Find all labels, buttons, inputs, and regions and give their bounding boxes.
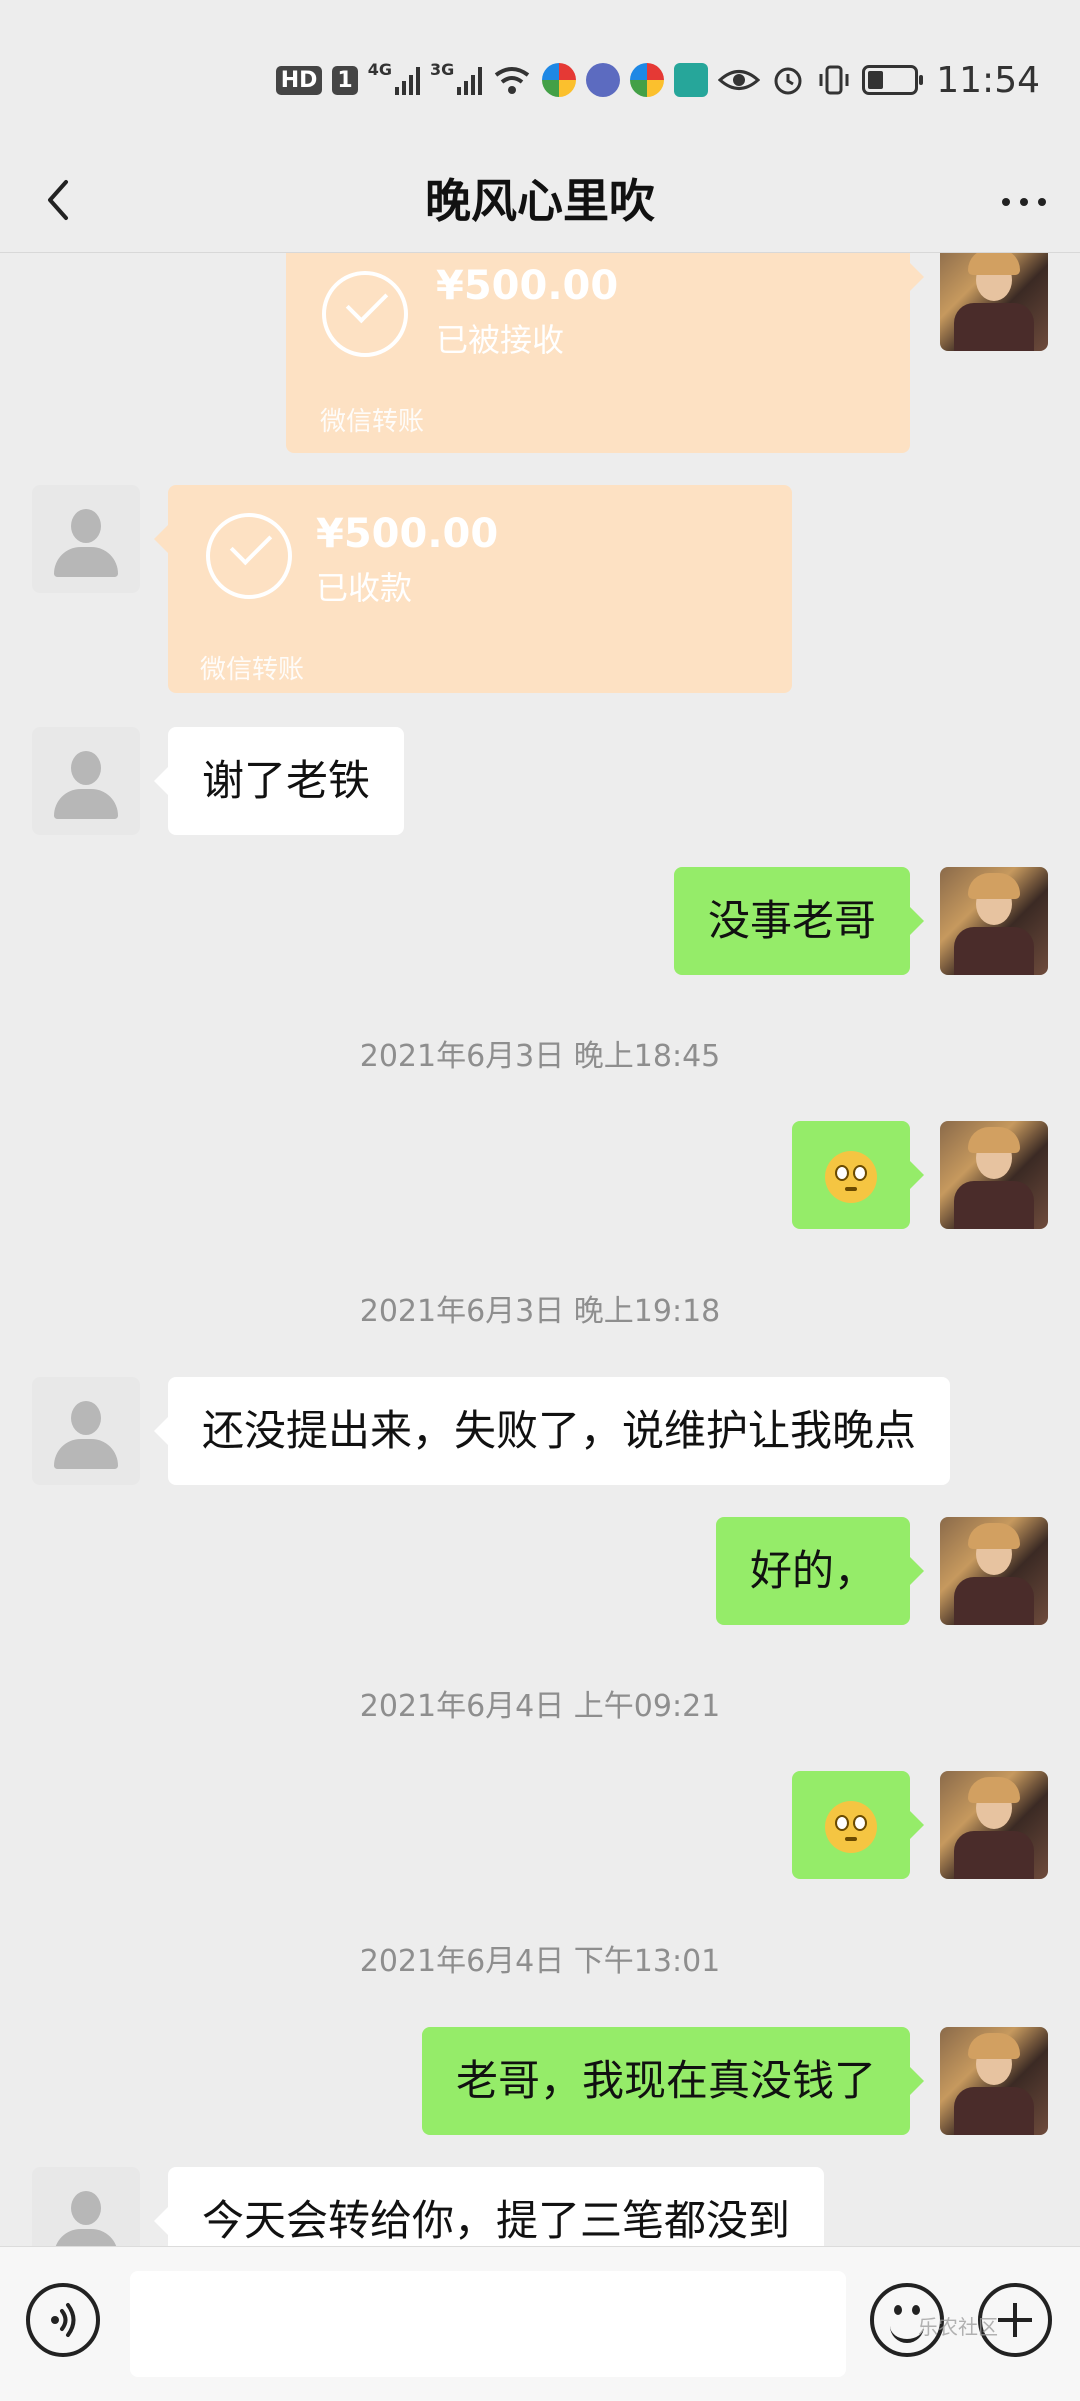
message-bubble-received[interactable]: 谢了老铁 bbox=[153, 727, 405, 835]
status-bar: HD 1 4G 3G 11:54 bbox=[0, 0, 1080, 150]
message-bubble-sent[interactable]: 好的， bbox=[715, 1517, 925, 1625]
message-input[interactable] bbox=[130, 2271, 846, 2377]
transfer-amount: ¥500.00 bbox=[316, 511, 499, 557]
transfer-status: 已收款 bbox=[316, 569, 413, 607]
hd-badge: HD bbox=[275, 65, 323, 95]
message-list[interactable]: ¥500.00 已被接收 微信转账 ¥500.00 已收款 微信转账 谢了老铁 … bbox=[0, 253, 1080, 2246]
bubble-tail bbox=[154, 525, 168, 553]
clock: 11:54 bbox=[936, 59, 1040, 101]
transfer-status: 已被接收 bbox=[436, 321, 565, 359]
my-avatar[interactable] bbox=[940, 2027, 1048, 2135]
contact-avatar[interactable] bbox=[32, 2167, 140, 2246]
battery-icon bbox=[862, 65, 924, 95]
message-bubble-received[interactable]: 还没提出来，失败了，说维护让我晚点 bbox=[153, 1377, 951, 1485]
more-options-icon[interactable] bbox=[994, 172, 1054, 232]
contact-avatar[interactable] bbox=[32, 485, 140, 593]
my-avatar[interactable] bbox=[940, 1771, 1048, 1879]
status-icons: HD 1 4G 3G 11:54 bbox=[275, 52, 1040, 108]
check-circle-icon bbox=[206, 513, 292, 599]
transfer-card-sent[interactable]: ¥500.00 已被接收 微信转账 bbox=[286, 253, 910, 453]
vibrate-icon bbox=[819, 65, 849, 95]
app-notification-icon-2 bbox=[630, 63, 665, 97]
timestamp: 2021年6月4日 下午13:01 bbox=[359, 1944, 721, 1979]
app-notification-icon bbox=[542, 63, 577, 97]
my-avatar[interactable] bbox=[940, 867, 1048, 975]
message-bubble-received[interactable]: 今天会转给你，提了三笔都没到 bbox=[153, 2167, 825, 2246]
chat-title: 晚风心里吹 bbox=[425, 174, 655, 228]
emoji-message-sent[interactable] bbox=[792, 1771, 924, 1879]
voice-input-icon[interactable] bbox=[26, 2283, 100, 2357]
bubble-tail bbox=[910, 263, 924, 291]
contact-avatar[interactable] bbox=[32, 727, 140, 835]
watermark: 乐农社区 bbox=[918, 2315, 998, 2339]
transfer-amount: ¥500.00 bbox=[436, 263, 619, 309]
check-circle-icon bbox=[322, 271, 408, 357]
message-bubble-sent[interactable]: 老哥，我现在真没钱了 bbox=[421, 2027, 925, 2135]
timestamp: 2021年6月3日 晚上18:45 bbox=[359, 1039, 721, 1074]
my-avatar[interactable] bbox=[940, 253, 1048, 351]
transfer-card-received[interactable]: ¥500.00 已收款 微信转账 bbox=[168, 485, 792, 693]
transfer-source: 微信转账 bbox=[200, 655, 305, 685]
network-4g-label: 4G bbox=[367, 60, 392, 79]
chat-header: 晚风心里吹 bbox=[0, 150, 1080, 253]
home-app-icon bbox=[674, 63, 709, 97]
my-avatar[interactable] bbox=[940, 1517, 1048, 1625]
astonished-face-icon bbox=[825, 1151, 877, 1203]
transfer-source: 微信转账 bbox=[320, 407, 425, 437]
message-bubble-sent[interactable]: 没事老哥 bbox=[673, 867, 925, 975]
network-3g-label: 3G bbox=[429, 60, 455, 79]
battery-level bbox=[868, 71, 884, 89]
my-avatar[interactable] bbox=[940, 1121, 1048, 1229]
eye-icon bbox=[718, 70, 761, 90]
signal-3g-icon: 3G bbox=[430, 60, 483, 95]
timestamp: 2021年6月4日 上午09:21 bbox=[359, 1689, 721, 1724]
contact-avatar[interactable] bbox=[32, 1377, 140, 1485]
input-bar: 乐农社区 bbox=[0, 2246, 1080, 2401]
signal-4g-icon: 4G bbox=[368, 60, 420, 95]
music-app-icon bbox=[586, 63, 621, 97]
emoji-message-sent[interactable] bbox=[792, 1121, 924, 1229]
astonished-face-icon bbox=[825, 1801, 877, 1853]
alarm-icon bbox=[774, 67, 802, 95]
timestamp: 2021年6月3日 晚上19:18 bbox=[359, 1294, 721, 1329]
wifi-icon bbox=[495, 67, 530, 94]
sim-badge: 1 bbox=[332, 65, 358, 95]
